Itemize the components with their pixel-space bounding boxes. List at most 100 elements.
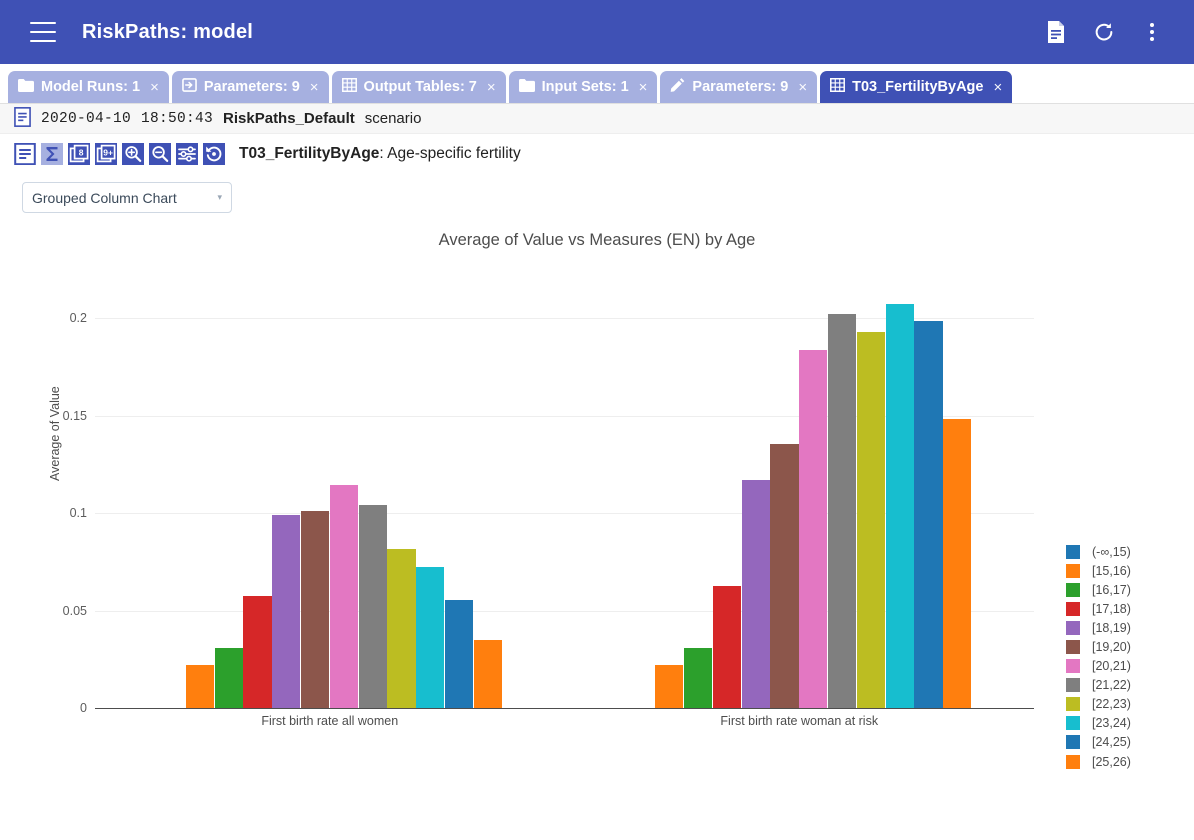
legend-swatch <box>1066 659 1080 674</box>
bar[interactable] <box>416 567 445 708</box>
table-grid-icon <box>830 78 846 96</box>
legend-item[interactable]: [24,25) <box>1066 733 1131 752</box>
arrow-in-box-icon <box>182 78 197 96</box>
bar[interactable] <box>799 349 828 708</box>
legend-swatch <box>1066 582 1080 597</box>
tab-parameters-1[interactable]: Parameters: 9 × <box>171 71 329 103</box>
bar[interactable] <box>473 639 502 708</box>
tab-input-sets[interactable]: Input Sets: 1 × <box>508 71 658 103</box>
tab-close-icon[interactable]: × <box>150 79 159 96</box>
y-axis-tick: 0.2 <box>69 311 87 325</box>
zoom-in-icon[interactable] <box>122 143 144 165</box>
bar[interactable] <box>885 303 914 708</box>
hamburger-icon[interactable] <box>30 22 56 42</box>
tab-t03-fertilitybyage[interactable]: T03_FertilityByAge × <box>820 71 1013 103</box>
appbar-actions <box>1044 20 1174 44</box>
legend-item[interactable]: [25,26) <box>1066 752 1131 771</box>
tab-label: Parameters: 9 <box>203 79 300 95</box>
bar[interactable] <box>856 332 886 708</box>
table-grid-icon <box>341 78 357 96</box>
reset-icon[interactable] <box>203 143 225 165</box>
chart-legend: (-∞,15) [15,16) [16,17) [17,18) [18,19) [19,2… <box>1066 542 1131 771</box>
decimals-8-icon[interactable]: 8 <box>68 143 90 165</box>
tab-model-runs[interactable]: Model Runs: 1 × <box>8 71 169 103</box>
plot-area: 0 0.05 0.1 0.15 0.2 First birth rate all wom… <box>63 303 1034 728</box>
legend-item[interactable]: [16,17) <box>1066 580 1131 599</box>
legend-label: [23,24) <box>1092 716 1131 731</box>
bar-series-container <box>95 303 1034 708</box>
refresh-icon[interactable] <box>1092 20 1116 44</box>
document-icon[interactable] <box>1044 20 1068 44</box>
folder-icon <box>518 78 535 96</box>
legend-label: [18,19) <box>1092 620 1131 635</box>
legend-item[interactable]: [20,21) <box>1066 657 1131 676</box>
bar[interactable] <box>655 664 684 708</box>
tab-label: Parameters: 9 <box>692 79 789 95</box>
bar[interactable] <box>741 480 770 708</box>
y-axis-label: Average of Value <box>48 386 62 481</box>
legend-label: [20,21) <box>1092 659 1131 674</box>
bar[interactable] <box>272 514 301 708</box>
chevron-down-icon: ▾ <box>217 192 222 202</box>
chart-title: Average of Value vs Measures (EN) by Age <box>438 231 756 249</box>
bar[interactable] <box>684 647 713 708</box>
svg-text:9+: 9+ <box>103 147 113 157</box>
folder-icon <box>18 78 34 96</box>
legend-item[interactable]: [23,24) <box>1066 714 1131 733</box>
legend-item[interactable]: [15,16) <box>1066 561 1131 580</box>
chart-select-row: Grouped Column Chart ▾ <box>0 174 1194 213</box>
tab-close-icon[interactable]: × <box>487 79 496 96</box>
bar[interactable] <box>914 321 943 708</box>
x-axis-label: First birth rate all women <box>261 714 399 728</box>
tab-close-icon[interactable]: × <box>993 79 1002 96</box>
bar[interactable] <box>828 313 857 708</box>
legend-item[interactable]: [19,20) <box>1066 637 1131 656</box>
tab-close-icon[interactable]: × <box>798 79 807 96</box>
more-vert-icon[interactable] <box>1140 20 1164 44</box>
document-icon[interactable] <box>14 142 36 166</box>
legend-label: [25,26) <box>1092 754 1131 769</box>
bar[interactable] <box>387 548 416 708</box>
scenario-bar: 2020-04-10 18:50:43 RiskPaths_Default sc… <box>0 104 1194 134</box>
tab-label: Model Runs: 1 <box>41 79 141 95</box>
legend-item[interactable]: [21,22) <box>1066 676 1131 695</box>
decimals-9plus-icon[interactable]: 9+ <box>95 143 117 165</box>
bar[interactable] <box>712 586 742 708</box>
tab-close-icon[interactable]: × <box>639 79 648 96</box>
bar[interactable] <box>300 511 330 708</box>
bar[interactable] <box>770 444 799 708</box>
tab-parameters-2[interactable]: Parameters: 9 × <box>660 71 818 103</box>
legend-item[interactable]: [17,18) <box>1066 599 1131 618</box>
zoom-out-icon[interactable] <box>149 143 171 165</box>
table-title: T03_FertilityByAge: Age-specific fertili… <box>239 145 521 163</box>
chart-area: Average of Value vs Measures (EN) by Age… <box>0 213 1194 769</box>
bar[interactable] <box>358 504 387 708</box>
sigma-icon[interactable] <box>41 143 63 165</box>
y-axis-tick: 0.05 <box>62 603 87 618</box>
legend-label: [19,20) <box>1092 640 1131 655</box>
bar[interactable] <box>329 485 358 708</box>
tab-close-icon[interactable]: × <box>310 79 319 96</box>
scenario-date: 2020-04-10 <box>41 110 132 127</box>
bar[interactable] <box>214 647 243 708</box>
bar[interactable] <box>444 599 474 708</box>
legend-item[interactable]: [18,19) <box>1066 618 1131 637</box>
legend-item[interactable]: (-∞,15) <box>1066 542 1131 561</box>
legend-swatch <box>1066 563 1080 578</box>
legend-swatch <box>1066 754 1080 769</box>
filter-settings-icon[interactable] <box>176 143 198 165</box>
table-toolbar: 8 9+ T03_FertilityByAge: Age-specific fe… <box>0 134 1194 174</box>
page-title: RiskPaths: model <box>82 20 254 43</box>
pencil-icon <box>670 78 685 96</box>
scenario-suffix: scenario <box>364 110 422 127</box>
tab-output-tables[interactable]: Output Tables: 7 × <box>331 71 506 103</box>
bar[interactable] <box>185 664 214 708</box>
bar[interactable] <box>243 595 272 708</box>
tab-label: Output Tables: 7 <box>363 79 477 95</box>
chart-type-select[interactable]: Grouped Column Chart ▾ <box>22 182 232 213</box>
legend-item[interactable]: [22,23) <box>1066 695 1131 714</box>
legend-label: [17,18) <box>1092 601 1131 616</box>
scenario-name: RiskPaths_Default <box>223 110 355 127</box>
legend-label: [22,23) <box>1092 697 1131 712</box>
bar[interactable] <box>943 419 972 708</box>
